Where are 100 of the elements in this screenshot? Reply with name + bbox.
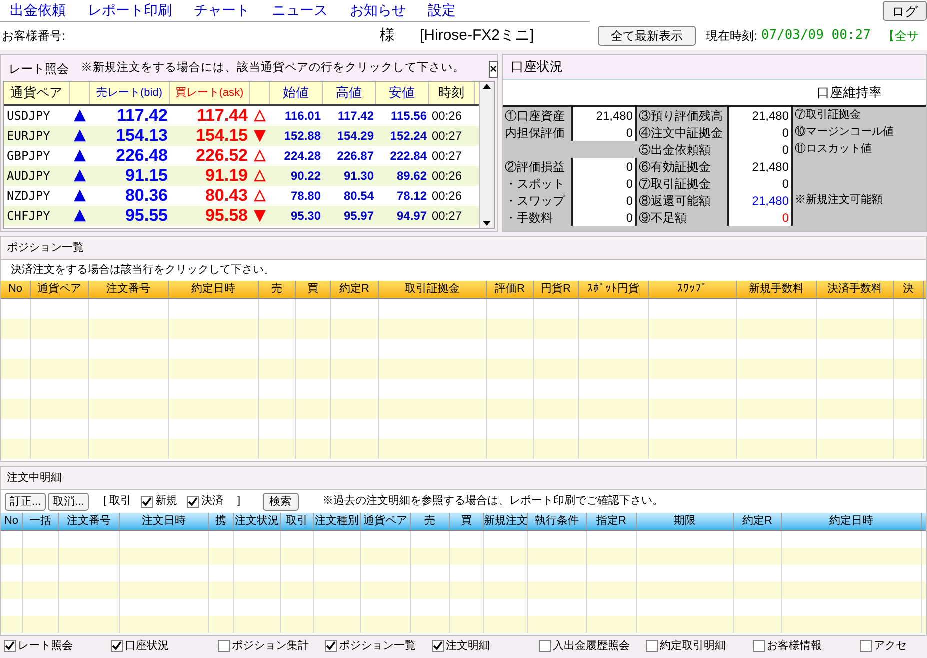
bid-cell-text: 91.15	[124, 165, 169, 188]
ask-cell-text: 95.58	[204, 205, 249, 228]
checkbox[interactable]	[325, 640, 337, 652]
panel-toggle[interactable]: 約定取引明細	[646, 638, 751, 654]
menu-link[interactable]: 出金依頼	[10, 0, 66, 21]
column-header: 始値	[270, 82, 323, 104]
maintenance-rate-label: 口座維持率	[817, 84, 882, 102]
checkbox[interactable]	[432, 640, 444, 652]
logout-button[interactable]: ログ	[883, 1, 927, 21]
checkbox[interactable]	[753, 640, 765, 652]
filter-option[interactable]: 新規	[141, 493, 178, 510]
column-header: 一括	[23, 513, 59, 530]
time-cell-text: 00:26	[431, 168, 464, 185]
column-header: 注文日時	[120, 513, 209, 530]
order-action-button[interactable]: 訂正...	[5, 492, 46, 510]
price-cell-text: 224.28	[283, 148, 322, 165]
checkbox[interactable]	[860, 640, 872, 652]
account-value: 0	[727, 141, 793, 158]
ask-cell-text: 226.52	[195, 145, 249, 168]
account-value: 0	[727, 175, 793, 192]
account-label: ③預り評価残高	[638, 108, 724, 124]
pair-cell-text: AUDJPY	[6, 168, 52, 185]
column-header: 新規注文	[484, 513, 528, 530]
scroll-up-icon[interactable]	[483, 84, 491, 89]
column-header: 約定日時	[169, 281, 259, 298]
account-label: ⑧返還可能額	[638, 193, 712, 209]
account-label: ⑩マージンコール値	[794, 124, 894, 140]
price-cell-text: 115.56	[390, 108, 428, 125]
checkbox[interactable]	[4, 640, 16, 652]
price-cell-text: 116.01	[284, 108, 322, 125]
panel-title: ポジション一覧	[6, 240, 85, 256]
order-note: ※過去の注文明細を参照する場合は、レポート印刷でご確認下さい。	[322, 494, 664, 510]
price-cell-text: 154.29	[336, 128, 375, 145]
checkbox[interactable]	[646, 640, 658, 652]
account-type-text: [Hirose-FX2ミニ]	[420, 26, 536, 46]
rate-row[interactable]: CHFJPY 95.55 95.58 95.30 95.97 94.97 00:27	[4, 206, 479, 226]
account-label: ・スポット	[504, 176, 566, 192]
close-button[interactable]: ×	[489, 60, 498, 78]
column-header: 期限	[637, 513, 734, 530]
rate-row[interactable]: EURJPY 154.13 154.15 152.88 154.29 152.24 00:27	[4, 126, 479, 146]
filter-option[interactable]: 決済	[187, 493, 224, 510]
column-header: 売	[259, 281, 296, 298]
time-cell-text: 00:26	[431, 108, 464, 125]
account-label: ・手数料	[504, 210, 554, 226]
column-header: 取引証拠金	[379, 281, 487, 298]
account-label: ・スワップ	[504, 193, 566, 209]
price-cell-text: 80.54	[342, 188, 375, 205]
column-header: No	[1, 281, 31, 298]
bid-cell-text: 226.48	[115, 145, 169, 168]
panel-toggle[interactable]: レート照会	[4, 638, 109, 654]
search-button[interactable]: 検索	[262, 492, 299, 510]
column-header: 通貨ペア	[31, 281, 89, 298]
checkbox[interactable]	[111, 640, 123, 652]
panel-hint: 決済注文をする場合は該当行をクリックして下さい。	[1, 259, 926, 281]
account-label: ⑥有効証拠金	[638, 159, 712, 175]
column-header: 約定R	[734, 513, 782, 530]
price-cell-text: 117.42	[336, 108, 375, 125]
column-header: 約定R	[331, 281, 379, 298]
ask-cell-text: 154.15	[195, 125, 249, 148]
panel-toggle[interactable]: ポジション集計	[218, 638, 323, 654]
scroll-down-icon[interactable]	[483, 221, 491, 226]
honorific-text: 様	[380, 26, 396, 46]
price-cell-text: 91.30	[342, 168, 375, 185]
price-cell-text: 95.30	[290, 208, 322, 225]
account-value: 0	[571, 192, 637, 209]
panel-toggle[interactable]: 入出金履歴照会	[539, 638, 644, 654]
checkbox[interactable]	[187, 496, 200, 508]
column-header: 注文番号	[59, 513, 120, 530]
filter-bracket: ]	[237, 494, 241, 510]
menu-link[interactable]: 設定	[428, 0, 456, 21]
panel-toggle[interactable]: ポジション一覧	[325, 638, 430, 654]
column-header: 注文番号	[89, 281, 169, 298]
account-value: 21,480	[727, 158, 793, 175]
column-header: 通貨ペア	[4, 82, 70, 104]
menu-link[interactable]: ニュース	[272, 0, 328, 21]
panel-toggle[interactable]: 注文明細	[432, 638, 537, 654]
checkbox[interactable]	[218, 640, 230, 652]
panel-toggle[interactable]: アクセ	[860, 638, 927, 654]
account-label: ⑦取引証拠金	[638, 176, 712, 192]
checkbox[interactable]	[539, 640, 551, 652]
price-cell-text: 78.12	[396, 188, 428, 205]
refresh-all-button[interactable]: 全て最新表示	[598, 26, 696, 46]
panel-toggle[interactable]: 口座状況	[111, 638, 216, 654]
ask-cell-text: 80.43	[204, 185, 249, 208]
column-header: 買レート(ask)	[170, 82, 250, 104]
pair-cell-text: GBPJPY	[6, 148, 52, 165]
scrollbar[interactable]	[479, 82, 494, 228]
rate-row[interactable]: AUDJPY 91.15 91.19 90.22 91.30 89.62 00:26	[4, 166, 479, 186]
column-header: 新規手数料	[737, 281, 817, 298]
panel-toggle[interactable]: お客様情報	[753, 638, 858, 654]
account-label: ⑤出金依頼額	[638, 142, 712, 158]
price-cell-text: 90.22	[290, 168, 322, 185]
order-action-button[interactable]: 取消...	[48, 492, 90, 510]
menu-link[interactable]: お知らせ	[350, 0, 406, 21]
column-header: 円貨R	[534, 281, 579, 298]
menu-link[interactable]: チャート	[194, 0, 250, 21]
ask-cell-text: 117.44	[196, 105, 249, 128]
menu-link[interactable]: レポート印刷	[88, 0, 172, 21]
customer-number-label: お客様番号:	[1, 28, 66, 45]
checkbox[interactable]	[141, 496, 154, 508]
